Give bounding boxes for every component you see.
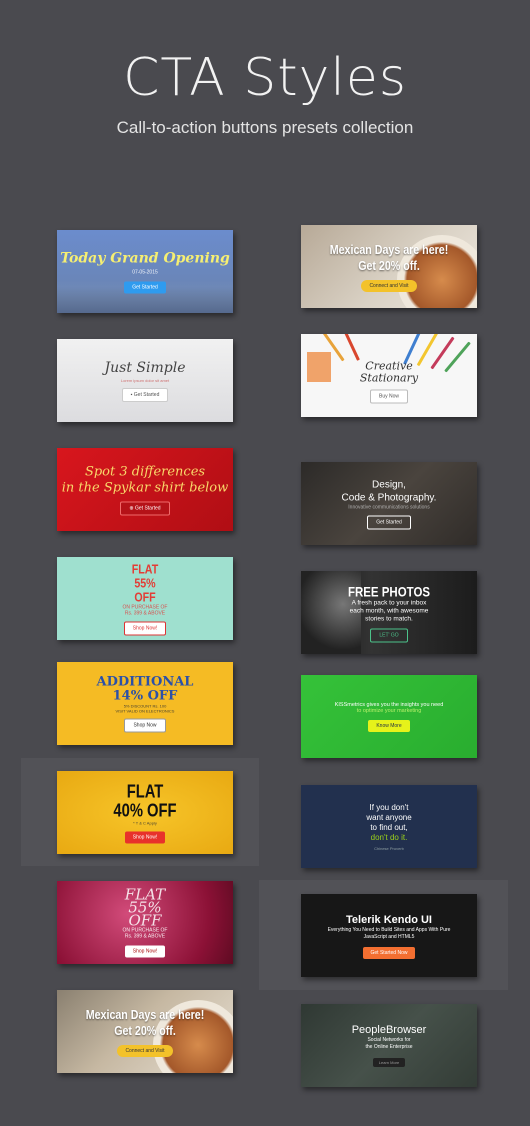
card-body-line1: Social Networks for <box>367 1036 411 1043</box>
get-started-button[interactable]: Get Started <box>367 515 411 529</box>
buy-now-button[interactable]: Buy Now <box>369 389 408 404</box>
cta-card-free-photos[interactable]: FREE PHOTOS A fresh pack to your inbox e… <box>301 571 477 654</box>
comment-icon: ▪ <box>130 391 133 398</box>
card-subtext-line2: VISIT VALID ON ELECTRONICS <box>115 708 175 713</box>
card-heading-line2: 14% OFF <box>112 688 178 703</box>
card-heading-line3: OFF <box>134 589 156 604</box>
card-heading: Just Simple <box>104 359 186 376</box>
card-subtext: Lorem ipsum dolor sit amet <box>120 377 170 383</box>
cta-card-design-code[interactable]: Design, Code & Photography. Innovative c… <box>301 462 477 545</box>
get-started-button[interactable]: Get Started <box>124 281 166 293</box>
cta-card-flat-55-jellyfish[interactable]: FLAT 55% OFF ON PURCHASE OF Rs. 399 & AB… <box>57 881 233 964</box>
card-heading-line1: FLAT <box>126 781 164 801</box>
card-subtext: Innovative communications solutions <box>348 504 430 510</box>
card-heading-line2: in the Spykar shirt below <box>61 480 229 495</box>
know-more-button[interactable]: Know More <box>368 719 410 732</box>
lets-go-button[interactable]: LET' GO <box>370 628 408 642</box>
card-heading-line2: 40% OFF <box>113 800 177 820</box>
learn-more-button[interactable]: Learn More <box>372 1057 406 1067</box>
cta-card-flat-55[interactable]: FLAT 55% OFF ON PURCHASE OF Rs. 399 & AB… <box>57 557 233 640</box>
card-heading: Today Grand Opening <box>60 250 230 266</box>
shop-now-button[interactable]: Shop Now! <box>124 831 166 843</box>
card-body-line1: A fresh pack to your inbox <box>351 599 427 606</box>
cta-card-mexican-days-2[interactable]: Mexican Days are here! Get 20% off. Conn… <box>301 225 477 308</box>
plus-circle-icon: ⊕ <box>129 505 134 511</box>
quote-line2: want anyone <box>366 812 412 822</box>
connect-visit-button[interactable]: Connect and Visit <box>361 279 417 292</box>
cta-card-creative-stationary[interactable]: Creative Stationary Buy Now <box>301 334 477 417</box>
card-heading-line2: Stationary <box>359 371 419 385</box>
card-heading-line2: Get 20% off. <box>114 1022 176 1038</box>
card-heading-line1: Mexican Days are here! <box>85 1006 205 1022</box>
card-subtext-line2: Rs. 399 & ABOVE <box>124 933 166 939</box>
card-heading-line1: Mexican Days are here! <box>329 241 449 257</box>
pencil-image <box>341 334 360 361</box>
card-body-line2: to optimize your marketing <box>356 707 422 714</box>
card-heading: PeopleBrowser <box>351 1023 427 1036</box>
cta-card-quote[interactable]: If you don't want anyone to find out, do… <box>301 785 477 868</box>
card-heading-line3: OFF <box>128 911 162 929</box>
card-body-line2: JavaScript and HTML5 <box>363 933 415 940</box>
card-heading-line1: ADDITIONAL <box>96 674 194 689</box>
cta-card-flat-40[interactable]: FLAT 40% OFF * T & C Apply Shop Now! <box>57 771 233 854</box>
cta-card-spot-differences[interactable]: Spot 3 differences in the Spykar shirt b… <box>57 448 233 531</box>
page-subtitle: Call-to-action buttons presets collectio… <box>116 118 414 137</box>
quote-line1: If you don't <box>369 802 409 812</box>
card-body-line1: Everything You Need to Build Sites and A… <box>327 926 451 933</box>
card-date: 07-05-2015 <box>132 269 158 275</box>
card-heading-line1: FLAT <box>131 561 159 576</box>
quote-line4[interactable]: don't do it. <box>301 833 477 843</box>
card-heading: FREE PHOTOS <box>347 583 431 599</box>
cta-card-kendo-ui[interactable]: Telerik Kendo UI Everything You Need to … <box>301 894 477 977</box>
cta-card-kissmetrics[interactable]: KISSmetrics gives you the insights you n… <box>301 675 477 758</box>
cta-card-mexican-days[interactable]: Mexican Days are here! Get 20% off. Conn… <box>57 990 233 1073</box>
shop-now-button[interactable]: Shop Now <box>124 718 166 732</box>
cta-card-peoplebrowser[interactable]: PeopleBrowser Social Networks for the On… <box>301 1004 477 1087</box>
shop-now-button[interactable]: Shop Now! <box>123 621 167 635</box>
card-body-line2: the Online Enterprise <box>365 1043 413 1050</box>
card-heading-line2: 55% <box>134 575 156 590</box>
connect-visit-button[interactable]: Connect and Visit <box>117 1044 173 1057</box>
card-body-line3: stories to match. <box>365 615 413 622</box>
cta-card-grand-opening[interactable]: Today Grand Opening 07-05-2015 Get Start… <box>57 230 233 313</box>
quote-line3: to find out, <box>370 822 408 832</box>
get-started-now-button[interactable]: Get Started Now <box>362 946 416 959</box>
card-heading-line2: Get 20% off. <box>358 257 420 273</box>
page-title: CTA Styles <box>123 48 407 108</box>
shop-now-button[interactable]: Shop Now! <box>124 945 166 957</box>
card-body-line2: each month, with awesome <box>349 607 429 614</box>
button-label: Get Started <box>135 505 161 511</box>
get-started-button[interactable]: ⊕ Get Started <box>120 501 170 515</box>
card-heading: Telerik Kendo UI <box>346 913 432 926</box>
button-label: Get Started <box>133 391 160 398</box>
cta-card-additional-14[interactable]: ADDITIONAL 14% OFF 5% DISCOUNT Rs. 100 V… <box>57 662 233 745</box>
card-heading-line1: Spot 3 differences <box>84 464 206 479</box>
card-subtext: * T & C Apply <box>133 820 157 825</box>
card-heading-line2: Code & Photography. <box>341 492 437 503</box>
get-started-button[interactable]: ▪ Get Started <box>121 387 169 402</box>
card-heading-line1: Design, <box>372 479 406 490</box>
cta-card-just-simple[interactable]: Just Simple Lorem ipsum dolor sit amet ▪… <box>57 339 233 422</box>
quote-author: Chinese Proverb <box>374 845 404 851</box>
card-subtext-line2: Rs. 399 & ABOVE <box>124 610 166 616</box>
